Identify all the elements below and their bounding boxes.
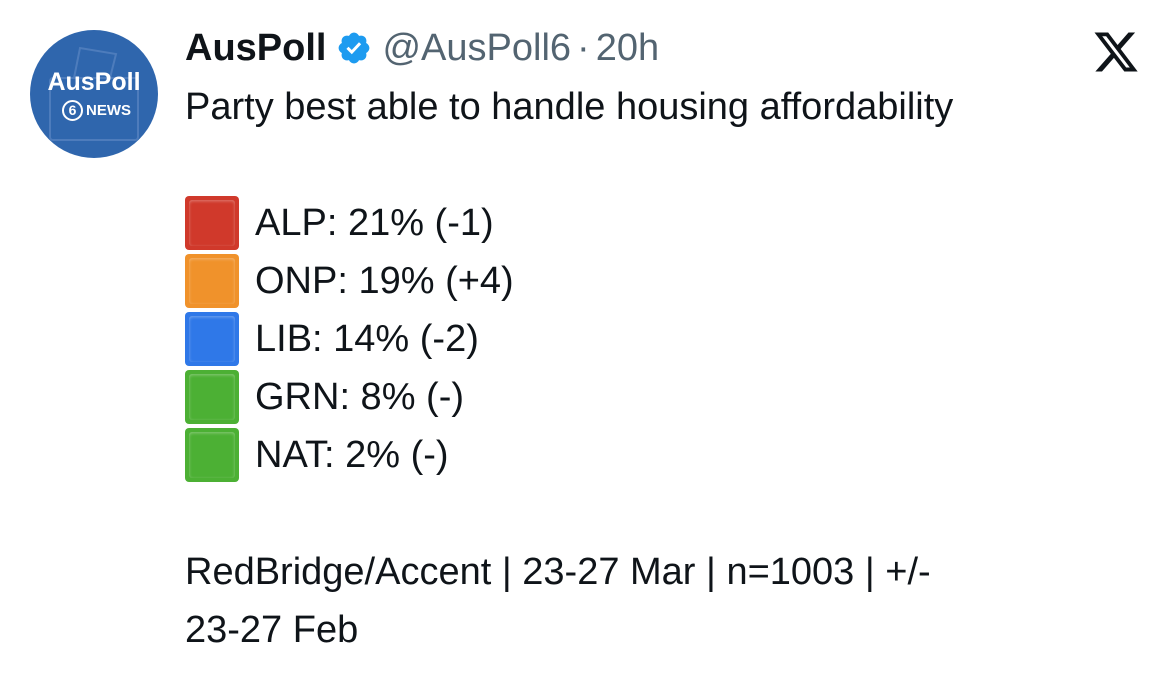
poll-result-text: LIB: 14% (-2) [255, 317, 479, 360]
poll-result-row: LIB: 14% (-2) [185, 310, 514, 368]
author-name[interactable]: AusPoll [185, 27, 326, 70]
avatar-badge-text: NEWS [86, 102, 131, 119]
avatar-badge-number: 6 [62, 100, 83, 121]
x-logo-icon[interactable] [1092, 28, 1140, 76]
poll-result-text: ONP: 19% (+4) [255, 259, 514, 302]
poll-result-row: GRN: 8% (-) [185, 368, 514, 426]
tweet-timestamp[interactable]: 20h [596, 27, 659, 70]
tweet-footer: RedBridge/Accent | 23-27 Mar | n=1003 | … [185, 543, 931, 659]
color-square-icon [185, 254, 239, 308]
footer-line-2: 23-27 Feb [185, 609, 359, 651]
poll-result-text: ALP: 21% (-1) [255, 201, 494, 244]
poll-result-row: ONP: 19% (+4) [185, 252, 514, 310]
tweet-headline: Party best able to handle housing afford… [185, 86, 954, 128]
header-separator: · [577, 26, 590, 69]
avatar[interactable]: AusPoll 6 NEWS [30, 30, 158, 158]
poll-result-row: ALP: 21% (-1) [185, 194, 514, 252]
poll-result-row: NAT: 2% (-) [185, 426, 514, 484]
poll-result-text: NAT: 2% (-) [255, 433, 449, 476]
avatar-title: AusPoll [47, 68, 141, 96]
poll-results-list: ALP: 21% (-1) ONP: 19% (+4) LIB: 14% (-2) G… [185, 194, 514, 484]
verified-badge-icon [339, 32, 370, 64]
color-square-icon [185, 370, 239, 424]
color-square-icon [185, 428, 239, 482]
author-handle[interactable]: @AusPoll6 [382, 27, 571, 70]
color-square-icon [185, 196, 239, 250]
footer-line-1: RedBridge/Accent | 23-27 Mar | n=1003 | … [185, 551, 931, 593]
color-square-icon [185, 312, 239, 366]
avatar-subtitle: 6 NEWS [62, 100, 131, 121]
poll-result-text: GRN: 8% (-) [255, 375, 464, 418]
tweet-header: AusPoll @AusPoll6 · 20h [185, 22, 659, 74]
